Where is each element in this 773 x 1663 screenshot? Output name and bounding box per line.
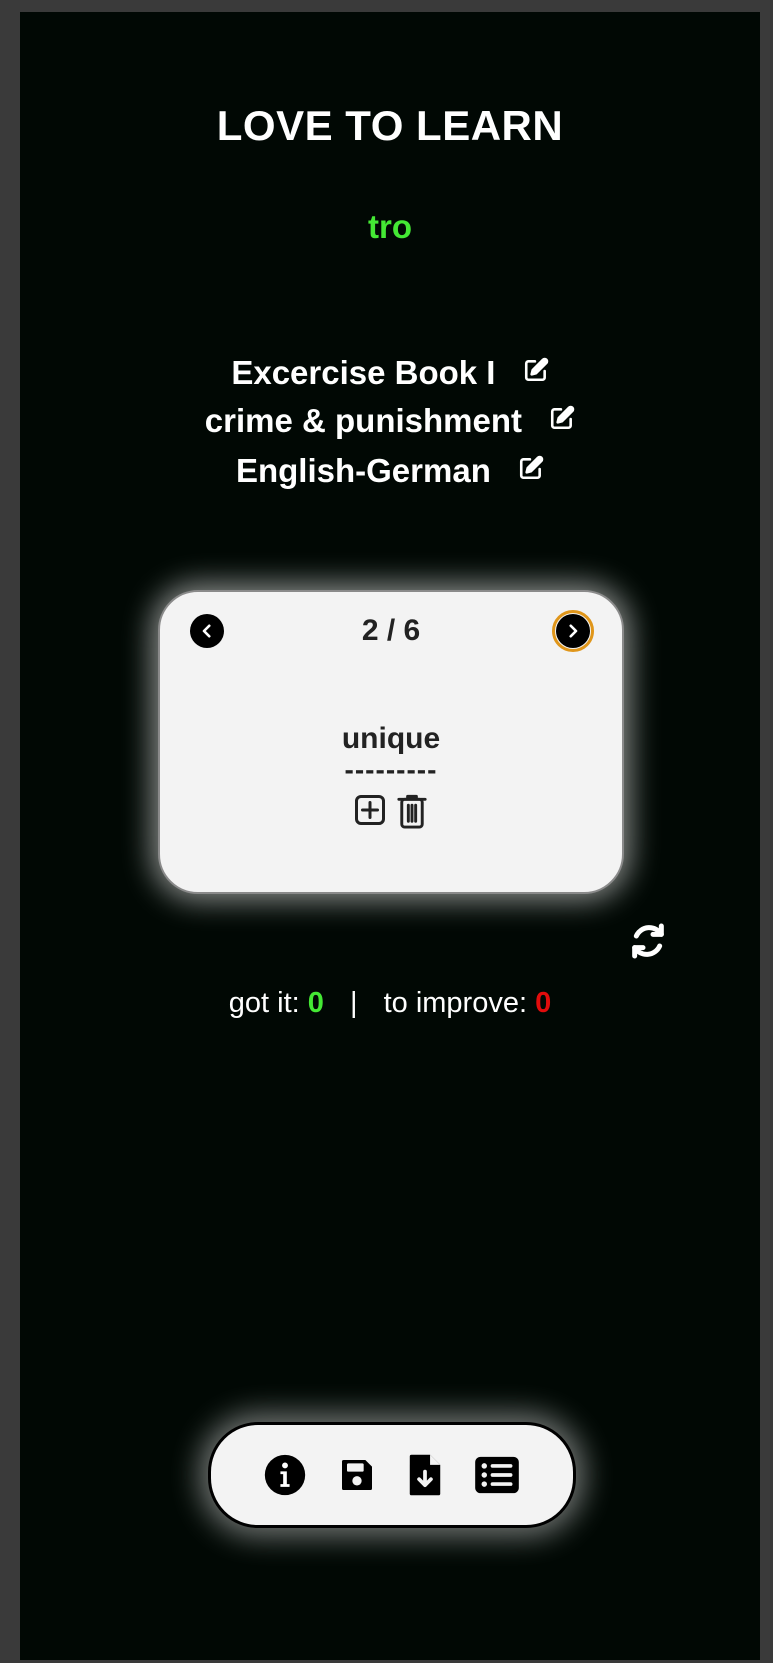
- language-line: English-German: [20, 452, 760, 492]
- username: tro: [368, 208, 412, 245]
- topic-line: crime & punishment: [20, 402, 760, 442]
- book-line: Excercise Book I: [20, 354, 760, 394]
- edit-icon[interactable]: [549, 401, 575, 439]
- card-separator: ---------: [344, 754, 438, 785]
- book-title: Excercise Book I: [231, 354, 496, 391]
- edit-icon[interactable]: [518, 451, 544, 489]
- got-it-count: 0: [307, 987, 324, 1019]
- list-icon[interactable]: [473, 1455, 521, 1495]
- refresh-icon[interactable]: [628, 920, 668, 967]
- score-separator: |: [349, 987, 358, 1019]
- save-icon[interactable]: [337, 1455, 377, 1495]
- file-download-icon[interactable]: [407, 1453, 443, 1497]
- bottom-toolbar: [208, 1422, 576, 1528]
- flashcard[interactable]: 2 / 6 unique ---------: [158, 590, 624, 894]
- info-icon[interactable]: [263, 1453, 307, 1497]
- app-screen: LOVE TO LEARN tro Excercise Book I crime…: [20, 12, 760, 1660]
- topic-title: crime & punishment: [204, 402, 523, 439]
- chevron-right-icon[interactable]: [552, 610, 594, 652]
- card-counter: 2 / 6: [361, 614, 421, 647]
- page-title: LOVE TO LEARN: [216, 102, 564, 149]
- got-it-label: got it:: [228, 987, 300, 1019]
- trash-icon[interactable]: [394, 792, 430, 835]
- to-improve-count: 0: [535, 987, 552, 1019]
- to-improve-label: to improve:: [383, 987, 528, 1019]
- card-word: unique: [341, 722, 441, 755]
- plus-square-icon[interactable]: [352, 792, 388, 835]
- language-pair: English-German: [235, 452, 491, 489]
- edit-icon[interactable]: [523, 353, 549, 391]
- card-actions: [160, 792, 622, 835]
- score-line: got it: 0 | to improve: 0: [20, 987, 760, 1020]
